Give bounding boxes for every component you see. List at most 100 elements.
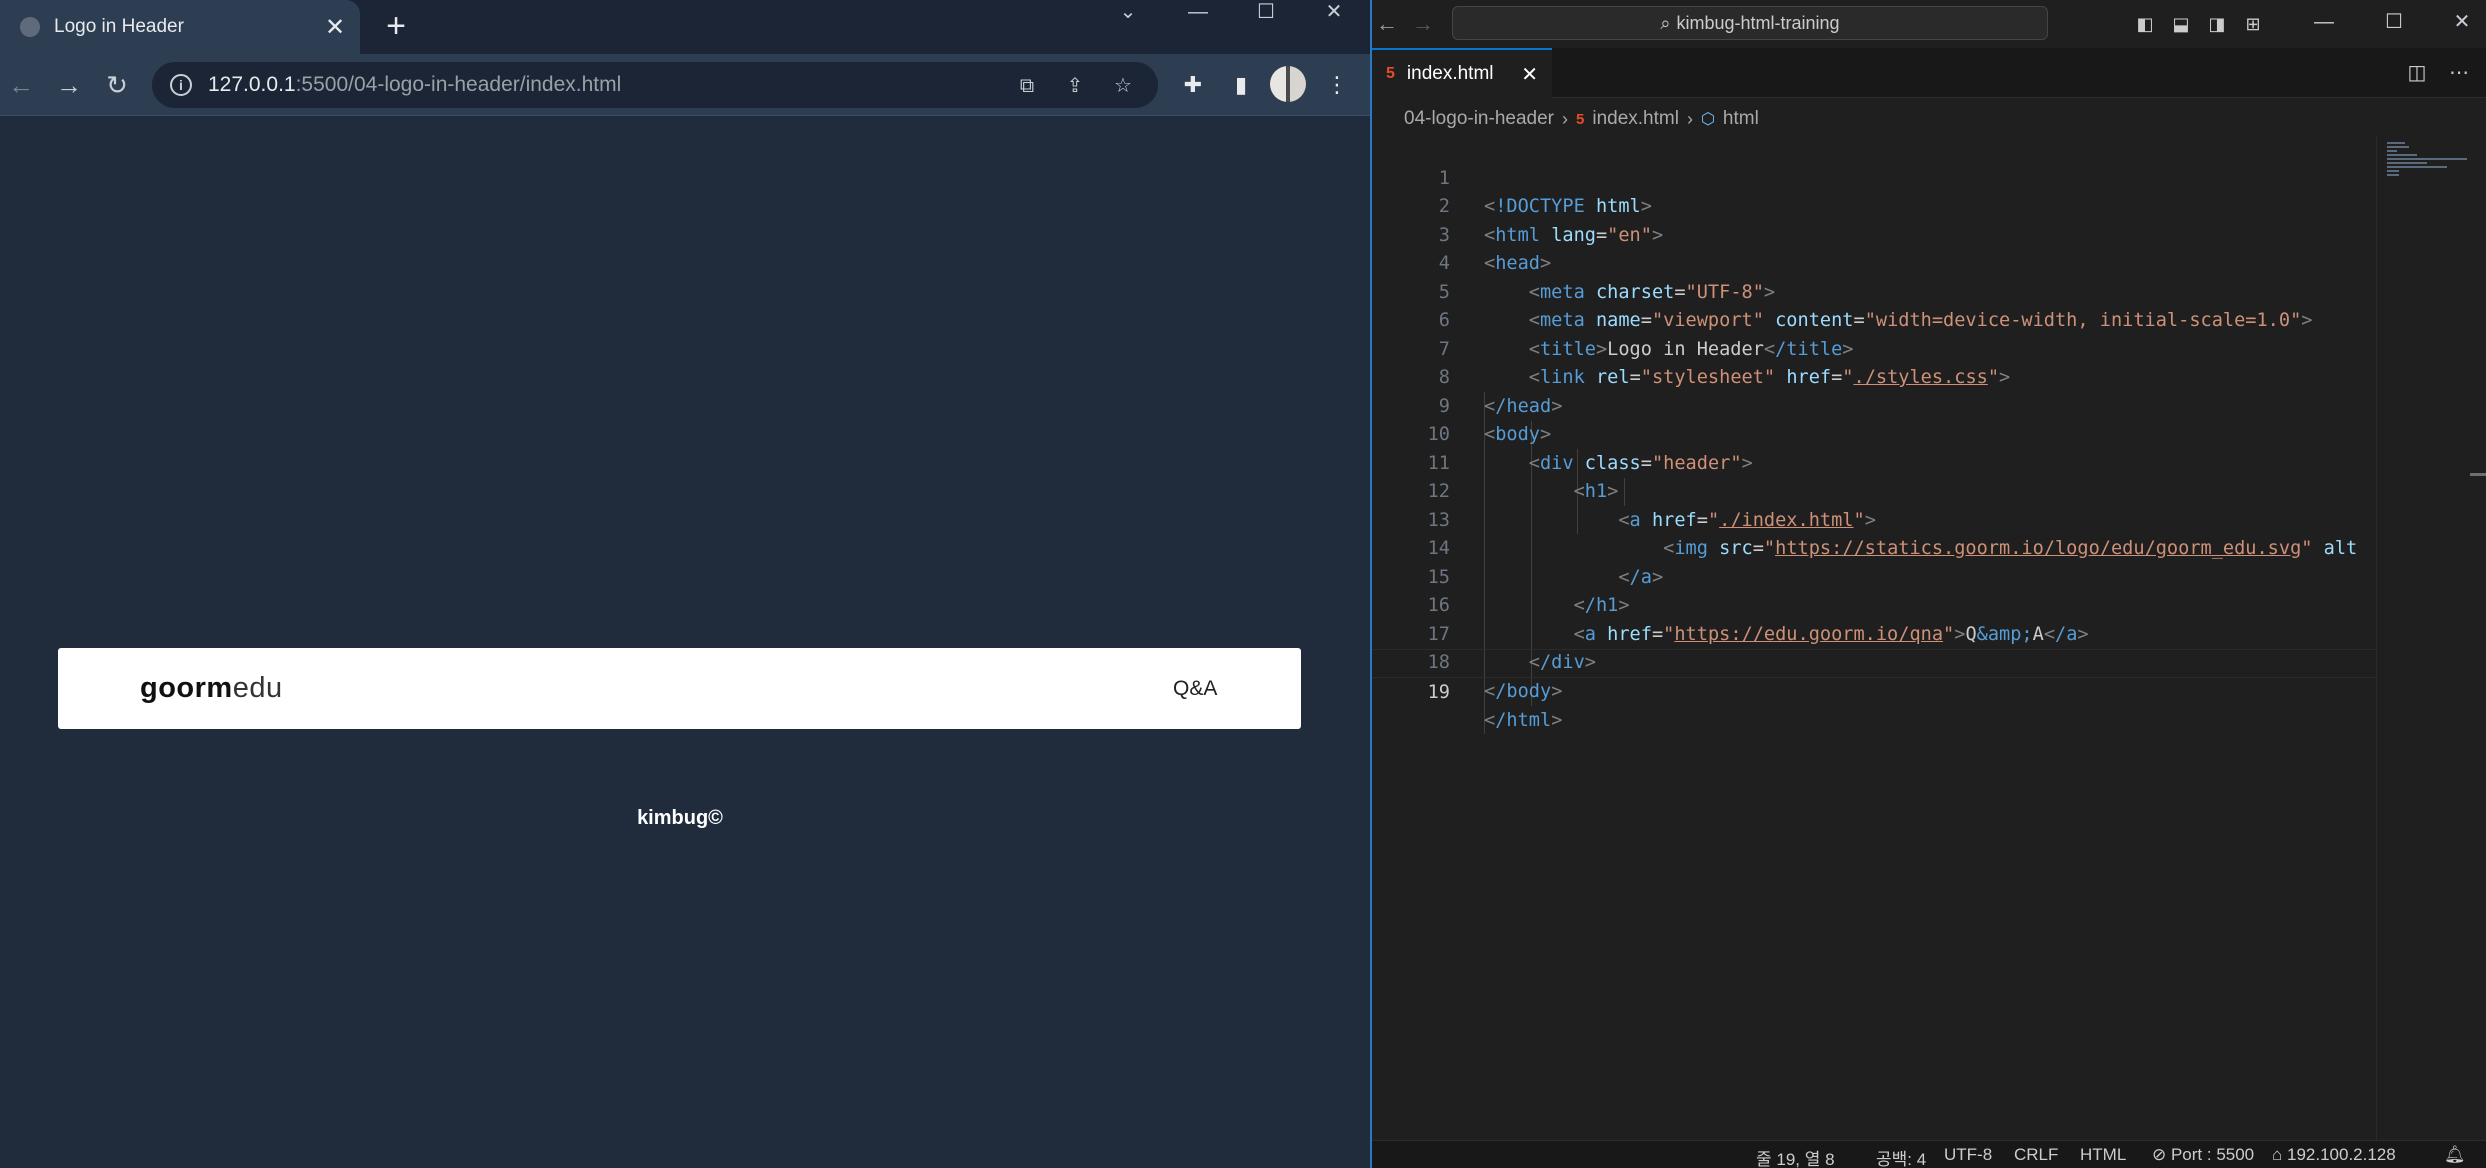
editor-tab-label: index.html <box>1406 63 1494 84</box>
browser-tab-strip: Logo in Header ✕ + ⌄ — ☐ ✕ <box>0 0 1370 54</box>
port-blocked-icon: ⊘ <box>2152 1145 2171 1164</box>
code-text: </body> <box>1484 680 1563 702</box>
vscode-window: ← → ⌕ kimbug-html-training ◧ ⬓ ◨ ⊞ — ☐ ✕… <box>1370 0 2486 1168</box>
close-window-icon[interactable]: ✕ <box>1312 0 1356 28</box>
minimize-icon[interactable]: — <box>1176 0 1220 28</box>
browser-window: Logo in Header ✕ + ⌄ — ☐ ✕ ← → ↻ i 127.0… <box>0 0 1370 1168</box>
code-line: 12 <a href="./index.html"> <box>1372 450 2376 531</box>
site-footer: kimbug© <box>637 807 723 829</box>
profile-avatar[interactable] <box>1270 66 1306 102</box>
code-line: 7 <link rel="stylesheet" href="./styles.… <box>1372 307 2376 389</box>
minimap-line <box>2387 150 2397 152</box>
browser-toolbar: ← → ↻ i 127.0.0.1:5500/04-logo-in-header… <box>0 54 1370 116</box>
minimap-line <box>2387 158 2467 160</box>
minimap-line <box>2387 154 2417 156</box>
code-line: 5 <meta name="viewport" content="width=d… <box>1372 250 2376 332</box>
indentation-status[interactable]: 공백: 4 <box>1876 1145 1926 1168</box>
minimap-line <box>2387 174 2399 176</box>
breadcrumb-symbol[interactable]: html <box>1723 108 1759 130</box>
page-viewport: goormedu Q&A kimbug© <box>0 117 1370 1168</box>
goorm-edu-logo[interactable]: goormedu <box>140 672 283 705</box>
browser-tab[interactable]: Logo in Header ✕ <box>0 0 360 54</box>
code-line: 16 <a href="https://edu.goorm.io/qna">Q&… <box>1372 564 2376 645</box>
go-forward-icon[interactable]: → <box>1408 9 1438 39</box>
globe-icon <box>20 17 40 37</box>
reload-icon[interactable]: ↻ <box>100 68 134 102</box>
split-editor-icon[interactable]: ◫ <box>2404 60 2430 86</box>
logo-text-edu: edu <box>232 672 283 704</box>
breadcrumb-folder[interactable]: 04-logo-in-header <box>1404 108 1554 130</box>
home-icon: ⌂ <box>2272 1145 2287 1164</box>
code-line: 9 <body> <box>1372 364 2376 446</box>
vscode-titlebar: ← → ⌕ kimbug-html-training ◧ ⬓ ◨ ⊞ — ☐ ✕ <box>1372 0 2486 48</box>
code-line-active: 19 </html> <box>1372 649 2376 731</box>
url-host: 127.0.0.1 <box>208 73 296 96</box>
new-tab-button[interactable]: + <box>378 8 414 44</box>
minimap-line <box>2387 166 2447 168</box>
extensions-puzzle-icon[interactable]: ✚ <box>1176 68 1210 102</box>
symbol-element-icon: ⬡ <box>1700 111 1715 128</box>
share-icon[interactable]: ⇪ <box>1062 73 1088 99</box>
code-line: 8 </head> <box>1372 336 2376 417</box>
code-line: 10 <div class="header"> <box>1372 393 2376 474</box>
translate-icon[interactable]: ⧉ <box>1014 73 1040 99</box>
editor-tab-bar: 5 index.html ✕ ◫ ⋯ <box>1372 48 2486 98</box>
port-label: Port : 5500 <box>2170 1145 2255 1164</box>
code-line: 15 </h1> <box>1372 535 2376 617</box>
chevron-right-icon: › <box>1686 108 1693 129</box>
minimap-line <box>2387 170 2399 172</box>
close-tab-icon[interactable]: ✕ <box>320 13 350 42</box>
workspace-name: kimbug-html-training <box>1676 12 1840 33</box>
site-header: goormedu Q&A <box>58 648 1301 729</box>
more-menu-icon[interactable]: ⋮ <box>1320 68 1354 102</box>
tab-search-chevron-icon[interactable]: ⌄ <box>1106 0 1150 28</box>
toggle-panel-icon[interactable]: ⬓ <box>2168 11 2194 37</box>
minimap-line <box>2387 142 2405 144</box>
maximize-icon[interactable]: ☐ <box>1244 0 1288 28</box>
logo-text-goorm: goorm <box>140 672 233 704</box>
url-path: :5500/04-logo-in-header/index.html <box>295 73 622 96</box>
chevron-right-icon: › <box>1562 108 1568 129</box>
code-text: </html> <box>1484 710 1563 731</box>
toggle-primary-sidebar-icon[interactable]: ◧ <box>2132 11 2158 37</box>
language-mode[interactable]: HTML <box>2080 1145 2126 1165</box>
side-panel-icon[interactable]: ▮ <box>1224 68 1258 102</box>
code-line: 6 <title>Logo in Header</title> <box>1372 279 2376 360</box>
customize-layout-icon[interactable]: ⊞ <box>2240 11 2266 37</box>
bookmark-star-icon[interactable]: ☆ <box>1110 73 1136 99</box>
live-server-port[interactable]: ⊘ Port : 5500 <box>2152 1145 2254 1165</box>
command-center-search[interactable]: ⌕ kimbug-html-training <box>1452 6 2048 40</box>
html5-file-icon: 5 <box>1386 65 1395 82</box>
address-bar[interactable]: i 127.0.0.1:5500/04-logo-in-header/index… <box>152 62 1158 108</box>
code-editor[interactable]: 1 <!DOCTYPE html> 2 <html lang="en"> 3 <… <box>1372 136 2376 1146</box>
close-editor-icon[interactable]: ✕ <box>1521 62 1538 87</box>
encoding-status[interactable]: UTF-8 <box>1944 1145 1992 1165</box>
search-icon: ⌕ <box>1660 12 1671 33</box>
site-info-icon[interactable]: i <box>170 74 192 96</box>
code-line: 17 </div> <box>1372 592 2376 674</box>
breadcrumb-file[interactable]: index.html <box>1592 108 1679 130</box>
code-line: 2 <html lang="en"> <box>1372 165 2376 246</box>
back-arrow-icon[interactable]: ← <box>4 68 38 102</box>
notifications-bell-icon[interactable]: 🔔︎ <box>2444 1145 2466 1165</box>
go-back-icon[interactable]: ← <box>1372 9 1402 39</box>
editor-more-actions-icon[interactable]: ⋯ <box>2446 60 2472 86</box>
vscode-maximize-icon[interactable]: ☐ <box>2372 10 2416 38</box>
status-bar: 줄 19, 열 8 공백: 4 UTF-8 CRLF HTML ⊘ Port :… <box>1372 1140 2486 1168</box>
code-line: 18 </body> <box>1372 621 2376 702</box>
scrollbar-marker[interactable] <box>2470 473 2486 476</box>
browser-tab-title: Logo in Header <box>54 16 184 37</box>
qna-link[interactable]: Q&A <box>1173 677 1217 701</box>
ip-address[interactable]: ⌂ 192.100.2.128 <box>2272 1145 2396 1165</box>
eol-status[interactable]: CRLF <box>2014 1145 2058 1165</box>
editor-tab-index-html[interactable]: 5 index.html ✕ <box>1372 48 1552 98</box>
toggle-secondary-sidebar-icon[interactable]: ◨ <box>2204 11 2230 37</box>
cursor-position[interactable]: 줄 19, 열 8 <box>1756 1145 1835 1168</box>
minimap-line <box>2387 146 2409 148</box>
line-number: 19 <box>1427 681 1450 703</box>
minimap[interactable] <box>2376 136 2486 1146</box>
ip-label: 192.100.2.128 <box>2287 1145 2396 1164</box>
vscode-minimize-icon[interactable]: — <box>2302 10 2346 38</box>
vscode-close-icon[interactable]: ✕ <box>2440 10 2484 38</box>
forward-arrow-icon[interactable]: → <box>52 68 86 102</box>
